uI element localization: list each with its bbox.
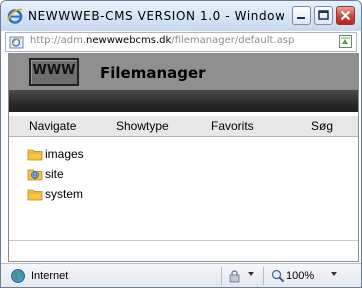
- folder-item-images[interactable]: images: [25, 145, 145, 165]
- nav-item-showtype[interactable]: Showtype: [116, 119, 169, 133]
- zoom-icon[interactable]: [271, 269, 285, 283]
- url-path: /filemanager/default.asp: [171, 35, 295, 46]
- nav-item-navigate[interactable]: Navigate: [29, 119, 76, 133]
- header-band: [9, 90, 358, 112]
- zoom-level[interactable]: 100%: [286, 270, 314, 282]
- status-separator: [263, 267, 264, 285]
- page-title: Filemanager: [100, 64, 206, 82]
- nav-item-favorits[interactable]: Favorits: [211, 119, 254, 133]
- www-logo: WWW: [29, 58, 79, 86]
- status-separator: [221, 267, 222, 285]
- web-folder-icon: [27, 169, 43, 181]
- status-bar: Internet 100%: [1, 263, 361, 287]
- protected-mode-icon[interactable]: [227, 268, 243, 284]
- compatibility-view-icon[interactable]: [338, 34, 354, 49]
- chevron-down-icon[interactable]: [248, 272, 254, 276]
- browser-window: NEWWWEB-CMS VERSION 1.0 - Window... http…: [0, 0, 362, 288]
- window-title: NEWWWEB-CMS VERSION 1.0 - Window...: [28, 9, 284, 23]
- url-prefix: http://adm.: [30, 35, 87, 46]
- folder-item-system[interactable]: system: [25, 185, 145, 205]
- folder-label: system: [45, 187, 84, 201]
- title-bar[interactable]: NEWWWEB-CMS VERSION 1.0 - Window...: [1, 1, 361, 31]
- folder-icon: [27, 189, 43, 201]
- page-header: WWW Filemanager: [9, 54, 358, 90]
- globe-icon: [11, 269, 25, 283]
- close-icon: [340, 10, 351, 21]
- nav-menu: Navigate Showtype Favorits Søg: [9, 116, 358, 137]
- ie-logo-icon: [7, 8, 23, 24]
- page-content: WWW Filemanager Navigate Showtype Favori…: [8, 53, 359, 262]
- folder-label: site: [45, 167, 64, 181]
- folder-label: images: [45, 147, 84, 161]
- close-button[interactable]: [336, 6, 355, 25]
- maximize-icon: [318, 10, 329, 20]
- folder-tree: images site system: [25, 145, 145, 205]
- url-text[interactable]: http://adm.newwwebcms.dk/filemanager/def…: [30, 35, 294, 46]
- address-bar[interactable]: http://adm.newwwebcms.dk/filemanager/def…: [5, 32, 357, 52]
- page-icon: [9, 36, 24, 49]
- chevron-down-icon[interactable]: [331, 272, 337, 276]
- minimize-button[interactable]: [292, 6, 311, 25]
- url-domain: newwwebcms.dk: [86, 35, 172, 46]
- minimize-icon: [297, 17, 305, 19]
- folder-item-site[interactable]: site: [25, 165, 145, 185]
- content-divider: [9, 240, 358, 241]
- folder-icon: [27, 149, 43, 161]
- security-zone-label: Internet: [31, 270, 69, 282]
- maximize-button[interactable]: [314, 6, 333, 25]
- nav-item-search[interactable]: Søg: [311, 119, 333, 133]
